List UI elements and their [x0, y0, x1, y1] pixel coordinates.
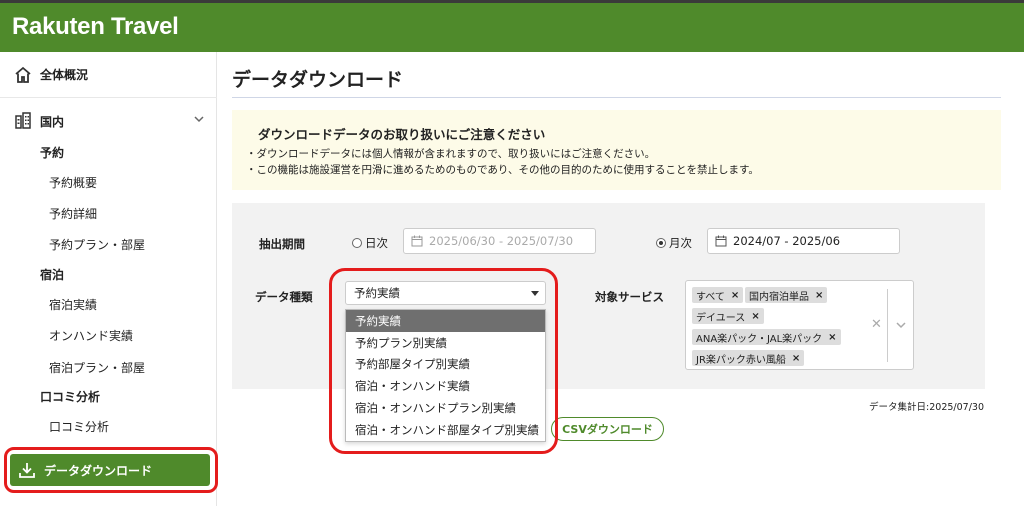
remove-chip-icon[interactable]: × [792, 353, 800, 364]
service-chip-label: 国内宿泊単品 [749, 291, 809, 303]
radio-circle [352, 238, 362, 248]
service-label: 対象サービス [595, 290, 664, 304]
dropdown-option[interactable]: 宿泊・オンハンド実績 [346, 375, 545, 397]
monthly-radio-label: 月次 [669, 236, 692, 250]
remove-chip-icon[interactable]: × [815, 290, 823, 301]
calendar-icon [715, 235, 727, 247]
service-chip-label: デイユース [696, 312, 746, 324]
multiselect-separator [887, 289, 888, 362]
service-chip: デイユース × [692, 308, 764, 324]
daily-radio-label: 日次 [365, 236, 388, 250]
monthly-radio[interactable]: 月次 [656, 235, 692, 251]
page-title: データダウンロード [232, 69, 404, 91]
sidebar-section-stay: 宿泊 [40, 268, 65, 282]
sidebar-item-domestic[interactable]: 国内 [0, 106, 217, 136]
brand-logo[interactable]: Rakuten Travel [12, 13, 179, 41]
sidebar-item-overview[interactable]: 全体概況 [0, 52, 217, 98]
sidebar-section-reviews: 口コミ分析 [40, 390, 101, 404]
home-icon [15, 66, 31, 83]
remove-chip-icon[interactable]: × [828, 332, 836, 343]
dropdown-option[interactable]: 予約プラン別実績 [346, 332, 545, 354]
download-icon [19, 463, 35, 478]
sidebar-item-onhand-results[interactable]: オンハンド実績 [49, 327, 133, 344]
sidebar-item-review-analysis[interactable]: 口コミ分析 [49, 418, 109, 435]
aggregation-date: データ集計日:2025/07/30 [869, 402, 984, 413]
data-type-dropdown: 予約実績 予約プラン別実績 予約部屋タイプ別実績 宿泊・オンハンド実績 宿泊・オ… [345, 309, 546, 442]
service-chip: 国内宿泊単品 × [745, 287, 828, 303]
building-icon [15, 112, 31, 129]
daily-radio[interactable]: 日次 [352, 235, 388, 251]
sidebar-item-stay-results[interactable]: 宿泊実績 [49, 296, 97, 313]
service-chip: ANA楽パック・JAL楽パック × [692, 329, 841, 345]
sidebar-section-reservation: 予約 [40, 146, 65, 160]
clear-all-icon[interactable]: ✕ [871, 317, 882, 332]
dropdown-option[interactable]: 宿泊・オンハンドプラン別実績 [346, 397, 545, 419]
sidebar-item-label: 全体概況 [40, 68, 89, 82]
data-type-selected-value: 予約実績 [354, 286, 400, 300]
sidebar-item-reservation-details[interactable]: 予約詳細 [49, 205, 97, 222]
chevron-down-icon[interactable] [895, 319, 907, 331]
remove-chip-icon[interactable]: × [751, 311, 759, 322]
dropdown-option[interactable]: 宿泊・オンハンド部屋タイプ別実績 [346, 419, 545, 441]
remove-chip-icon[interactable]: × [731, 290, 739, 301]
notice-line: ・この機能は施設運営を円滑に進めるためのものであり、その他の目的のために使用する… [246, 164, 759, 176]
sidebar: 全体概況 国内 予約 予約概要 予約詳細 予約プラン・部屋 宿泊 宿泊実績 オン… [0, 52, 218, 506]
daily-date-range-input[interactable]: 2025/06/30 - 2025/07/30 [403, 228, 596, 254]
daily-date-range-value: 2025/06/30 - 2025/07/30 [429, 234, 574, 248]
sidebar-item-label: 国内 [40, 114, 65, 129]
service-chip: JR楽パック赤い風船 × [692, 350, 805, 366]
dropdown-option[interactable]: 予約部屋タイプ別実績 [346, 354, 545, 376]
service-multiselect[interactable]: すべて × 国内宿泊単品 × デイユース × ANA楽パック・JAL楽パック × JR楽… [685, 280, 914, 370]
sidebar-item-reservation-summary[interactable]: 予約概要 [49, 174, 97, 191]
radio-circle-selected [656, 238, 666, 248]
top-bar: Rakuten Travel [0, 0, 1024, 52]
service-chip-label: ANA楽パック・JAL楽パック [696, 333, 823, 345]
sidebar-item-reservation-plan-room[interactable]: 予約プラン・部屋 [49, 236, 145, 253]
dropdown-option-selected[interactable]: 予約実績 [346, 310, 545, 332]
calendar-icon [411, 235, 423, 247]
notice-box: ダウンロードデータのお取り扱いにご注意ください ・ダウンロードデータには個人情報… [232, 110, 1001, 190]
notice-heading: ダウンロードデータのお取り扱いにご注意ください [258, 127, 546, 142]
caret-down-icon [531, 291, 539, 296]
chevron-down-icon[interactable] [193, 113, 205, 125]
service-chip: すべて × [692, 287, 744, 303]
monthly-date-range-input[interactable]: 2024/07 - 2025/06 [707, 228, 900, 254]
csv-download-button[interactable]: CSVダウンロード [551, 417, 664, 441]
data-type-select[interactable]: 予約実績 [345, 281, 546, 305]
service-chip-label: すべて [696, 291, 725, 303]
notice-line: ・ダウンロードデータには個人情報が含まれますので、取り扱いにはご注意ください。 [246, 148, 656, 160]
sidebar-item-label: データダウンロード [44, 463, 153, 478]
data-type-label: データ種類 [255, 290, 313, 304]
sidebar-item-data-download[interactable]: データダウンロード [10, 454, 210, 486]
period-label: 抽出期間 [259, 237, 305, 251]
title-divider [232, 97, 1001, 98]
service-chip-label: JR楽パック赤い風船 [696, 354, 786, 366]
sidebar-item-stay-plan-room[interactable]: 宿泊プラン・部屋 [49, 359, 145, 376]
monthly-date-range-value: 2024/07 - 2025/06 [733, 234, 841, 248]
